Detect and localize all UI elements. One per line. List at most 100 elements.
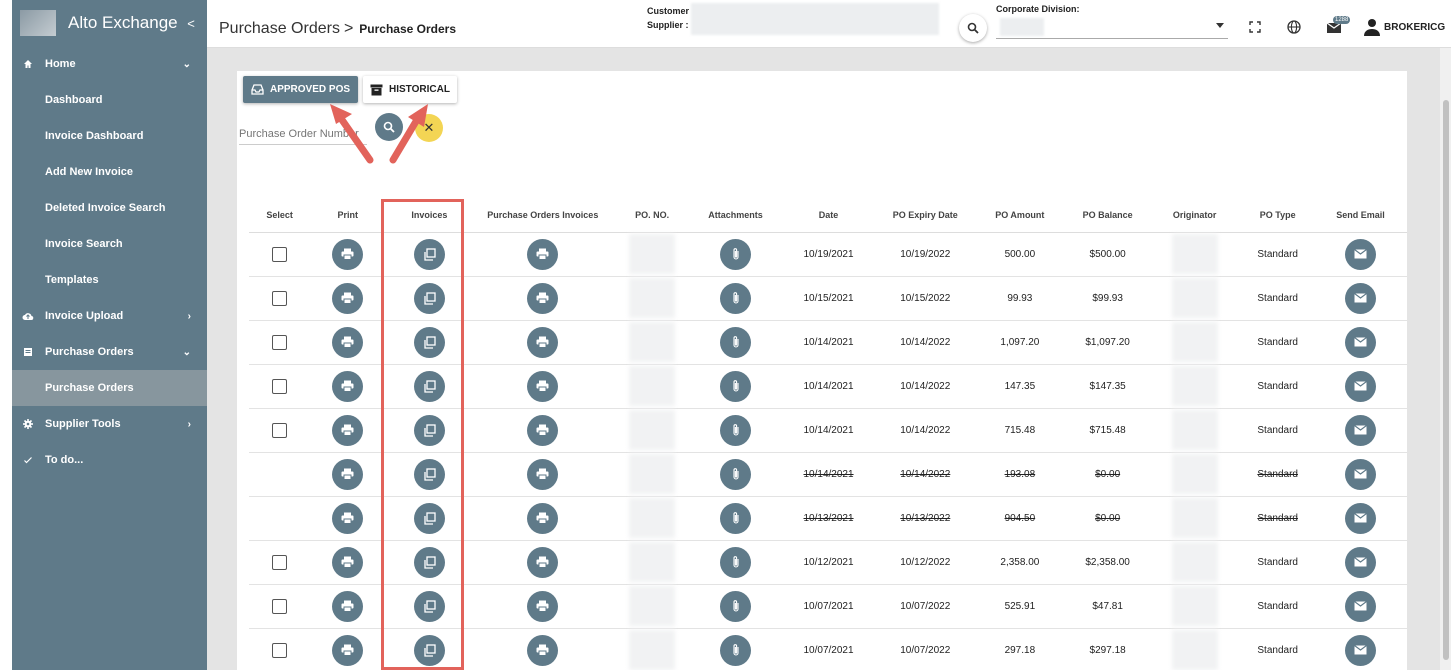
date-cell: 10/12/2021 [778,540,879,585]
select-cell [249,584,311,629]
po-invoices-print-button[interactable] [527,414,559,446]
invoices-button[interactable] [413,238,445,270]
breadcrumb: Purchase Orders > Purchase Orders [219,20,456,38]
breadcrumb-link[interactable]: Purchase Orders [219,20,340,38]
print-button[interactable] [332,238,364,270]
printer-icon [536,336,549,348]
send-email-button[interactable] [1344,546,1376,578]
send-email-cell [1313,628,1407,670]
attachments-button[interactable] [720,282,751,314]
row-checkbox[interactable] [272,246,288,262]
sidebar-item-templates[interactable]: Templates [12,262,207,298]
sidebar-item-label: Purchase Orders [45,382,134,394]
header-search-button[interactable] [959,14,987,42]
po-invoices-print-button[interactable] [527,370,559,402]
sidebar-item-add-new-invoice[interactable]: Add New Invoice [12,154,207,190]
send-email-button[interactable] [1344,414,1376,446]
send-email-button[interactable] [1344,326,1376,358]
send-email-button[interactable] [1344,458,1376,490]
send-email-button[interactable] [1344,590,1376,622]
attachments-button[interactable] [720,458,751,490]
approved-pos-button[interactable]: APPROVED POS [243,76,359,103]
user-menu[interactable]: BROKERICG [1363,18,1445,36]
sidebar-item-home[interactable]: Home ⌄ [12,46,207,82]
print-button[interactable] [332,414,364,446]
attachments-button[interactable] [720,546,751,578]
po-balance-cell: $500.00 [1067,232,1148,277]
po-invoices-print-button[interactable] [527,634,559,666]
row-checkbox[interactable] [272,642,288,658]
print-button[interactable] [332,458,364,490]
print-button[interactable] [332,634,364,666]
sidebar-item-to-do[interactable]: To do... [12,442,207,478]
po-invoices-print-button[interactable] [527,238,559,270]
attachments-cell [692,232,779,277]
print-button[interactable] [332,370,364,402]
invoices-button[interactable] [413,414,445,446]
corporate-division-select[interactable] [996,17,1228,39]
fullscreen-icon[interactable] [1247,19,1263,35]
sidebar-item-deleted-invoice-search[interactable]: Deleted Invoice Search [12,190,207,226]
sidebar-item-purchase-orders[interactable]: Purchase Orders ⌄ [12,334,207,370]
attachments-button[interactable] [720,326,751,358]
print-button[interactable] [332,590,364,622]
send-email-button[interactable] [1344,238,1376,270]
row-checkbox[interactable] [272,290,288,306]
attachments-button[interactable] [720,370,751,402]
invoices-button[interactable] [413,282,445,314]
date-cell: 10/13/2021 [778,496,879,541]
printer-icon [536,248,549,260]
invoices-button[interactable] [413,458,445,490]
invoices-button[interactable] [413,590,445,622]
historical-button[interactable]: HISTORICAL [363,76,457,103]
purchase-order-search-input[interactable] [239,123,367,145]
send-email-button[interactable] [1344,370,1376,402]
sidebar-item-purchase-orders[interactable]: Purchase Orders [12,370,207,406]
row-checkbox[interactable] [272,422,288,438]
print-button[interactable] [332,546,364,578]
sidebar-item-invoice-dashboard[interactable]: Invoice Dashboard [12,118,207,154]
row-checkbox[interactable] [272,598,288,614]
row-checkbox[interactable] [272,334,288,350]
po-clear-button[interactable]: ✕ [415,114,443,142]
scrollbar-thumb[interactable] [1443,100,1449,660]
send-email-button[interactable] [1344,634,1376,666]
sidebar-item-supplier-tools[interactable]: Supplier Tools › [12,406,207,442]
print-cell [310,628,386,670]
po-search-button[interactable] [375,113,403,141]
print-button[interactable] [332,326,364,358]
sidebar-item-dashboard[interactable]: Dashboard [12,82,207,118]
attachments-button[interactable] [720,414,751,446]
attachments-button[interactable] [720,238,751,270]
sidebar-item-invoice-upload[interactable]: Invoice Upload › [12,298,207,334]
print-button[interactable] [332,282,364,314]
globe-icon[interactable] [1286,19,1302,35]
paperclip-icon [731,423,741,437]
copy-icon [423,423,436,437]
paperclip-icon [731,247,741,261]
send-email-button[interactable] [1344,282,1376,314]
send-email-button[interactable] [1344,502,1376,534]
invoices-button[interactable] [413,326,445,358]
row-checkbox[interactable] [272,554,288,570]
invoices-button[interactable] [413,370,445,402]
po-invoices-print-button[interactable] [527,458,559,490]
po-invoices-print-button[interactable] [527,502,559,534]
redacted-originator [1171,366,1218,406]
row-checkbox[interactable] [272,378,288,394]
sidebar-item-invoice-search[interactable]: Invoice Search [12,226,207,262]
po-invoices-print-button[interactable] [527,282,559,314]
print-button[interactable] [332,502,364,534]
sidebar-collapse-icon[interactable]: < [183,16,199,31]
invoices-button[interactable] [413,634,445,666]
printer-icon [341,380,354,392]
attachments-button[interactable] [720,590,751,622]
attachments-button[interactable] [720,502,751,534]
po-invoices-print-button[interactable] [527,546,559,578]
po-invoices-print-button[interactable] [527,590,559,622]
po-invoices-print-button[interactable] [527,326,559,358]
scrollbar[interactable] [1440,48,1451,670]
attachments-button[interactable] [720,634,751,666]
invoices-button[interactable] [413,502,445,534]
invoices-button[interactable] [413,546,445,578]
